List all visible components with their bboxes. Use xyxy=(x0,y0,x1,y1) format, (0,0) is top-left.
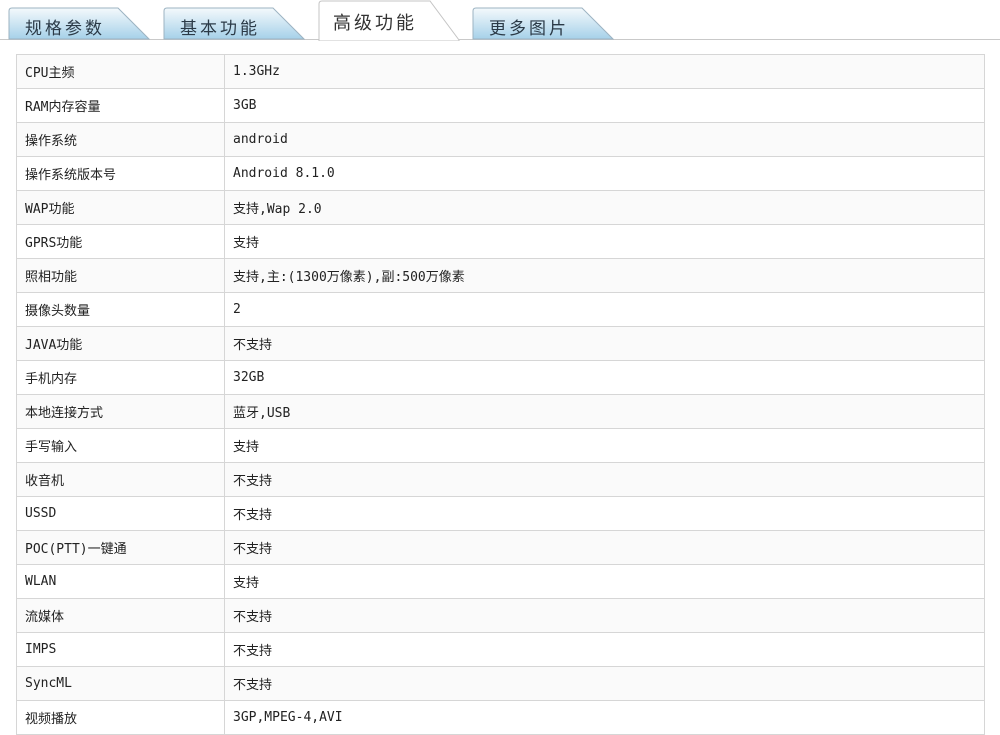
spec-key: POC(PTT)一键通 xyxy=(16,530,225,565)
table-row: 本地连接方式 蓝牙,USB xyxy=(16,394,985,429)
spec-value: 支持 xyxy=(224,428,985,463)
spec-key: JAVA功能 xyxy=(16,326,225,361)
table-row: 收音机 不支持 xyxy=(16,462,985,497)
table-row: GPRS功能 支持 xyxy=(16,224,985,259)
spec-key: 收音机 xyxy=(16,462,225,497)
spec-value: 32GB xyxy=(224,360,985,395)
table-row: 操作系统版本号 Android 8.1.0 xyxy=(16,156,985,191)
spec-key: 本地连接方式 xyxy=(16,394,225,429)
spec-table-body: CPU主频 1.3GHz RAM内存容量 3GB 操作系统 android 操作系统版本号 A… xyxy=(16,54,985,735)
spec-value: 支持 xyxy=(224,564,985,599)
spec-value: Android 8.1.0 xyxy=(224,156,985,191)
table-row: RAM内存容量 3GB xyxy=(16,88,985,123)
spec-value: 3GB xyxy=(224,88,985,123)
table-row: 视频播放 3GP,MPEG-4,AVI xyxy=(16,700,985,735)
table-row: SyncML 不支持 xyxy=(16,666,985,701)
table-row: 手写输入 支持 xyxy=(16,428,985,463)
tab-label: 更多图片 xyxy=(489,19,569,39)
spec-key: RAM内存容量 xyxy=(16,88,225,123)
spec-value: 支持,Wap 2.0 xyxy=(224,190,985,225)
spec-value: 蓝牙,USB xyxy=(224,394,985,429)
spec-value: 不支持 xyxy=(224,530,985,565)
spec-value: 不支持 xyxy=(224,326,985,361)
spec-key: WLAN xyxy=(16,564,225,599)
spec-key: CPU主频 xyxy=(16,54,225,89)
spec-value: 不支持 xyxy=(224,598,985,633)
tab-advanced-functions[interactable]: 高级功能 xyxy=(318,0,460,41)
spec-table: CPU主频 1.3GHz RAM内存容量 3GB 操作系统 android 操作系统版本号 A… xyxy=(16,54,985,735)
table-row: 照相功能 支持,主:(1300万像素),副:500万像素 xyxy=(16,258,985,293)
spec-key: 操作系统 xyxy=(16,122,225,157)
spec-value: 不支持 xyxy=(224,496,985,531)
spec-value: 不支持 xyxy=(224,666,985,701)
table-row: WAP功能 支持,Wap 2.0 xyxy=(16,190,985,225)
spec-value: 不支持 xyxy=(224,632,985,667)
spec-key: 手机内存 xyxy=(16,360,225,395)
tab-bar: 规格参数 基本功能 高级功能 更多图片 xyxy=(0,0,1000,41)
tab-label: 规格参数 xyxy=(25,19,105,39)
table-row: 操作系统 android xyxy=(16,122,985,157)
spec-table-container: CPU主频 1.3GHz RAM内存容量 3GB 操作系统 android 操作系统版本号 A… xyxy=(16,54,985,735)
table-row: IMPS 不支持 xyxy=(16,632,985,667)
table-row: POC(PTT)一键通 不支持 xyxy=(16,530,985,565)
tab-more-images[interactable]: 更多图片 xyxy=(472,7,614,40)
spec-value: 支持,主:(1300万像素),副:500万像素 xyxy=(224,258,985,293)
spec-value: 支持 xyxy=(224,224,985,259)
tab-label: 基本功能 xyxy=(180,19,260,39)
table-row: USSD 不支持 xyxy=(16,496,985,531)
spec-key: 手写输入 xyxy=(16,428,225,463)
table-row: CPU主频 1.3GHz xyxy=(16,54,985,89)
spec-key: 视频播放 xyxy=(16,700,225,735)
table-row: 流媒体 不支持 xyxy=(16,598,985,633)
spec-key: 照相功能 xyxy=(16,258,225,293)
tab-label: 高级功能 xyxy=(333,13,417,34)
spec-key: IMPS xyxy=(16,632,225,667)
spec-value: 1.3GHz xyxy=(224,54,985,89)
table-row: 手机内存 32GB xyxy=(16,360,985,395)
spec-key: 操作系统版本号 xyxy=(16,156,225,191)
tab-specs[interactable]: 规格参数 xyxy=(8,7,150,40)
tab-basic-functions[interactable]: 基本功能 xyxy=(163,7,305,40)
spec-key: 流媒体 xyxy=(16,598,225,633)
spec-value: 3GP,MPEG-4,AVI xyxy=(224,700,985,735)
table-row: JAVA功能 不支持 xyxy=(16,326,985,361)
spec-key: SyncML xyxy=(16,666,225,701)
spec-value: android xyxy=(224,122,985,157)
spec-value: 不支持 xyxy=(224,462,985,497)
spec-value: 2 xyxy=(224,292,985,327)
spec-key: WAP功能 xyxy=(16,190,225,225)
table-row: WLAN 支持 xyxy=(16,564,985,599)
spec-key: USSD xyxy=(16,496,225,531)
spec-key: 摄像头数量 xyxy=(16,292,225,327)
table-row: 摄像头数量 2 xyxy=(16,292,985,327)
spec-key: GPRS功能 xyxy=(16,224,225,259)
